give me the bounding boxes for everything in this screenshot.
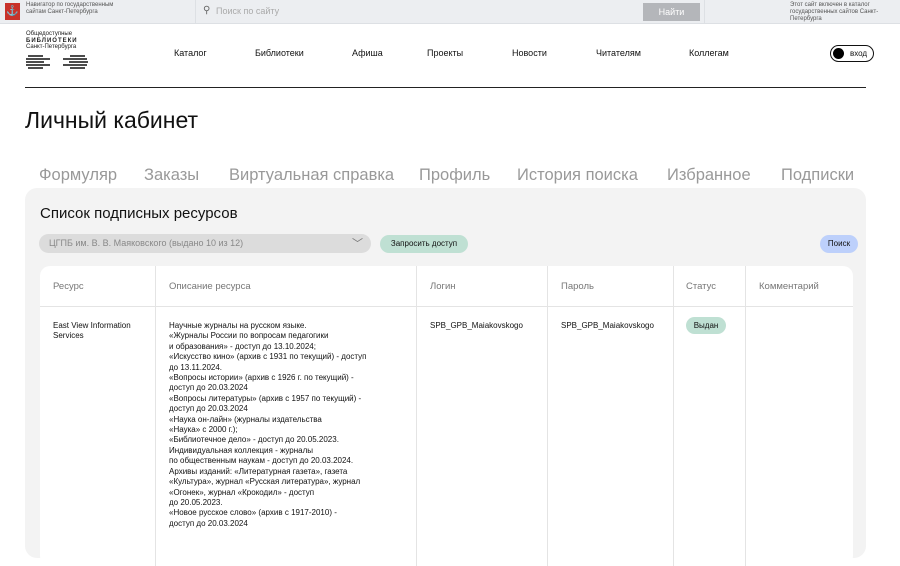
- header-resource: Ресурс: [53, 281, 84, 292]
- library-select-value: ЦГПБ им. В. В. Маяковского (выдано 10 из…: [49, 238, 244, 248]
- find-button[interactable]: Найти: [643, 3, 700, 21]
- gov-topbar: ⚓ Навигатор по государственным сайтам Са…: [0, 0, 900, 24]
- login-label: вход: [850, 49, 868, 58]
- toggle-dot-icon: [833, 48, 844, 59]
- logo-line1: Общедоступные: [26, 31, 73, 37]
- column-divider: [745, 266, 746, 566]
- panel-title: Список подписных ресурсов: [40, 205, 238, 222]
- nav-colleagues[interactable]: Коллегам: [689, 48, 729, 58]
- site-logo[interactable]: Общедоступные БИБЛИОТЕКИ Санкт-Петербург…: [26, 31, 78, 51]
- header-divider: [25, 87, 866, 88]
- site-search[interactable]: ⚲ Поиск по сайту: [195, 0, 705, 24]
- login-button[interactable]: вход: [830, 45, 874, 62]
- status-badge: Выдан: [686, 317, 726, 334]
- cell-resource: East View Information Services: [53, 321, 131, 341]
- header-comment: Комментарий: [759, 281, 819, 292]
- column-divider: [547, 266, 548, 566]
- library-select[interactable]: ЦГПБ им. В. В. Маяковского (выдано 10 из…: [39, 234, 371, 253]
- header-description: Описание ресурса: [169, 281, 251, 292]
- nav-readers[interactable]: Читателям: [596, 48, 641, 58]
- cell-login: SPB_GPB_Maiakovskogo: [430, 321, 523, 330]
- header-login: Логин: [430, 281, 456, 292]
- tab-virtual-help[interactable]: Виртуальная справка: [229, 166, 394, 185]
- tab-favorites[interactable]: Избранное: [667, 166, 751, 185]
- tab-orders[interactable]: Заказы: [144, 166, 199, 185]
- search-input[interactable]: Поиск по сайту: [216, 6, 279, 16]
- catalog-note: Этот сайт включен в каталог государствен…: [790, 2, 879, 22]
- tab-formular[interactable]: Формуляр: [39, 166, 117, 185]
- tab-search-history[interactable]: История поиска: [517, 166, 638, 185]
- chevron-down-icon: ﹀: [352, 238, 363, 250]
- page-title: Личный кабинет: [25, 107, 199, 133]
- spb-flag-icon[interactable]: ⚓: [5, 3, 20, 20]
- header-status: Статус: [686, 281, 717, 292]
- tab-subscriptions[interactable]: Подписки: [781, 166, 854, 185]
- column-divider: [416, 266, 417, 566]
- request-access-button[interactable]: Запросить доступ: [380, 235, 468, 253]
- nav-news[interactable]: Новости: [512, 48, 547, 58]
- nav-events[interactable]: Афиша: [352, 48, 383, 58]
- logo-line3: Санкт-Петербурга: [26, 44, 77, 50]
- gov-navigator-link[interactable]: Навигатор по государственным сайтам Санк…: [26, 2, 116, 16]
- search-icon: ⚲: [203, 5, 211, 16]
- logo-mark-icon: [26, 55, 88, 69]
- nav-libraries[interactable]: Библиотеки: [255, 48, 304, 58]
- row-divider: [40, 306, 853, 307]
- nav-projects[interactable]: Проекты: [427, 48, 463, 58]
- resources-table: Ресурс Описание ресурса Логин Пароль Ста…: [40, 266, 853, 566]
- header-password: Пароль: [561, 281, 594, 292]
- cell-description: Научные журналы на русском языке. «Журна…: [169, 321, 367, 528]
- cell-password: SPB_GPB_Maiakovskogo: [561, 321, 654, 330]
- nav-catalog[interactable]: Каталог: [174, 48, 207, 58]
- subscriptions-panel: Список подписных ресурсов ЦГПБ им. В. В.…: [25, 188, 866, 566]
- tab-profile[interactable]: Профиль: [419, 166, 490, 185]
- column-divider: [155, 266, 156, 566]
- column-divider: [673, 266, 674, 566]
- search-button[interactable]: Поиск: [820, 235, 858, 253]
